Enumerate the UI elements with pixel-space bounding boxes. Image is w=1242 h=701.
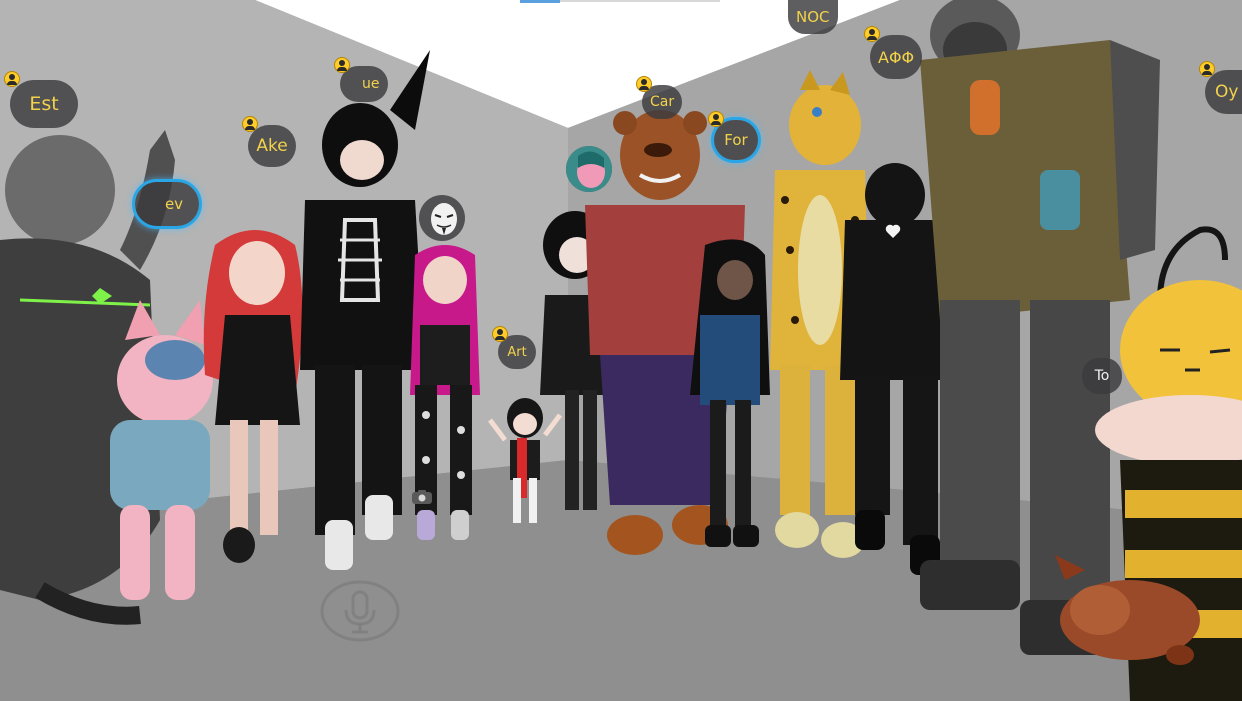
nameplate-anonymous-mask[interactable] <box>419 195 465 241</box>
user-status-icon <box>708 111 724 127</box>
user-status-icon <box>1199 61 1215 77</box>
nameplate-label: Ake <box>256 136 288 156</box>
nameplate-ake[interactable]: Ake <box>242 116 296 167</box>
user-status-icon <box>864 26 880 42</box>
nameplate-noc[interactable]: NOC <box>788 0 838 34</box>
user-status-icon <box>242 116 258 132</box>
pink-face-avatar-icon <box>566 146 612 192</box>
nameplate-label: NOC <box>796 8 830 26</box>
nameplate-label: Car <box>650 94 675 110</box>
microphone-icon[interactable] <box>320 580 400 642</box>
nameplate-label: Art <box>507 344 527 360</box>
nameplate-est[interactable]: Est <box>4 71 78 128</box>
user-status-icon <box>4 71 20 87</box>
vr-room-scene: Est ev Ake ue Art Car For NOC ΑΦΦ Oy To <box>0 0 1242 701</box>
anonymous-mask-icon <box>431 203 457 235</box>
nameplate-for[interactable]: For <box>708 111 758 160</box>
ceiling-light <box>520 0 560 3</box>
avatar-brown-pet-creature[interactable] <box>1050 555 1210 675</box>
nameplate-to[interactable]: To <box>1082 358 1122 394</box>
camera-icon[interactable] <box>412 490 432 504</box>
user-status-icon <box>492 326 508 342</box>
nameplate-car[interactable]: Car <box>636 76 683 119</box>
nameplate-label: ΑΦΦ <box>878 47 915 67</box>
user-status-icon <box>636 76 652 92</box>
nameplate-ev[interactable]: ev <box>135 182 199 226</box>
nameplate-label: ue <box>362 76 380 92</box>
nameplate-label: ev <box>164 195 184 213</box>
nameplate-label: Oy <box>1215 82 1239 102</box>
nameplate-oy[interactable]: Oy <box>1199 61 1242 114</box>
nameplate-pink-face-avatar[interactable] <box>566 146 612 192</box>
nameplate-label: To <box>1094 368 1110 384</box>
nameplate-adf[interactable]: ΑΦΦ <box>864 26 923 79</box>
nameplate-art[interactable]: Art <box>492 326 536 369</box>
nameplate-label: For <box>724 131 748 149</box>
nameplate-label: Est <box>29 93 59 115</box>
user-status-icon <box>334 57 350 73</box>
nameplate-ue[interactable]: ue <box>334 57 388 102</box>
